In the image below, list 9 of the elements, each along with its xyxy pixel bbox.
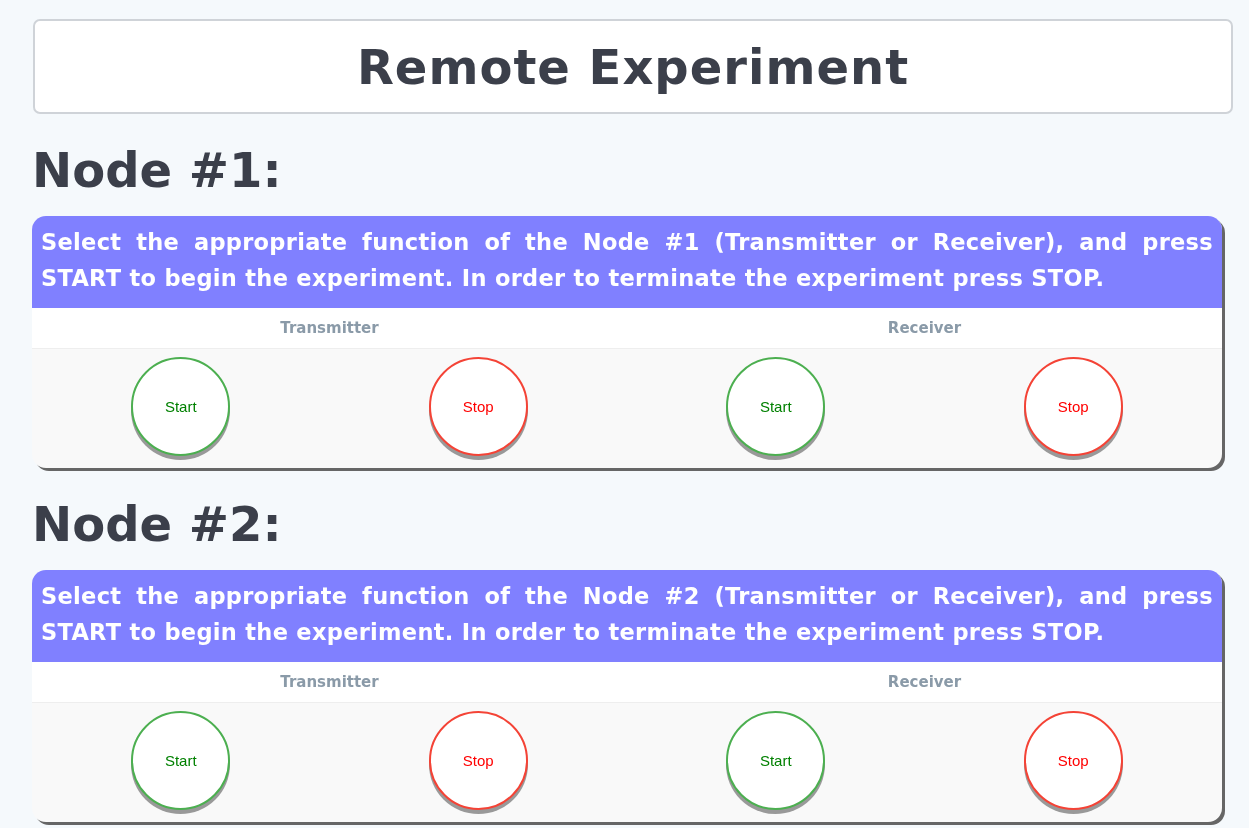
role-label: Transmitter [280,673,379,691]
role-label: Receiver [887,673,962,691]
role-label: Transmitter [280,319,379,337]
page-title: Remote Experiment [356,38,910,95]
node-heading: Node #2: [32,498,283,550]
node-heading: Node #1: [32,144,283,196]
instructions-text: Select the appropriate function of the Node #1 (Transmitter or Receiver), and press START to begin the experiment. In order to terminate the experiment press STOP. [41,228,1213,293]
instructions-text: Select the appropriate function of the Node #2 (Transmitter or Receiver), and press START to begin the experiment. In order to terminate the experiment press STOP. [41,582,1213,647]
role-label: Receiver [887,319,962,337]
